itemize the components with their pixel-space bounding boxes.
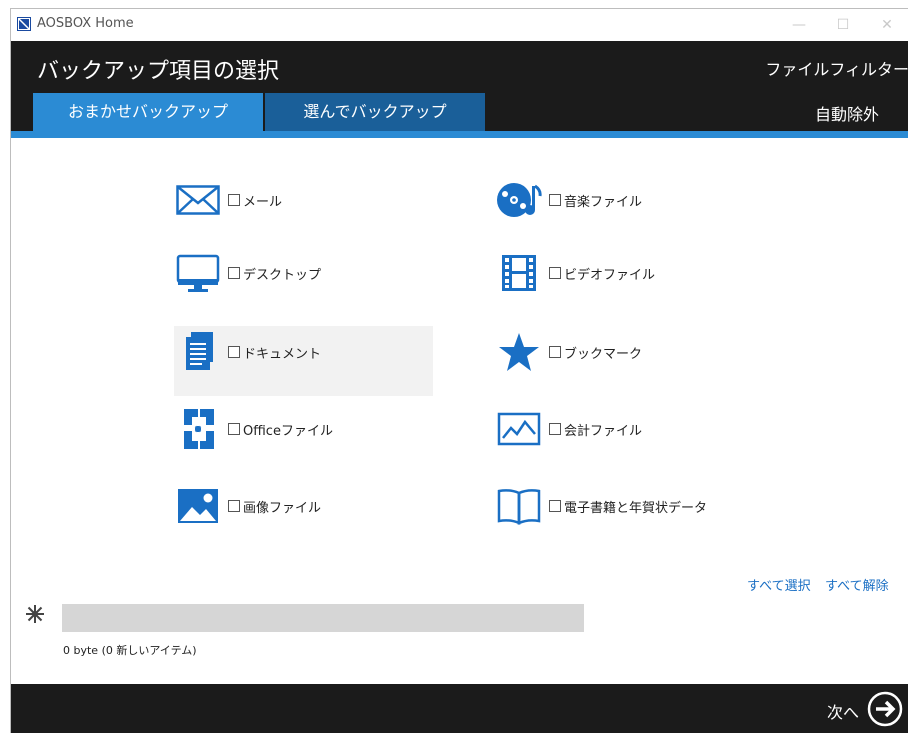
- mail-label: メール: [243, 194, 283, 210]
- minimize-button[interactable]: —: [777, 13, 821, 37]
- next-arrow-button[interactable]: [867, 691, 903, 727]
- page-title: バックアップ項目の選択: [37, 59, 280, 84]
- item-music[interactable]: 音楽ファイル: [495, 179, 642, 221]
- item-bookmark[interactable]: ブックマーク: [495, 331, 642, 373]
- accounting-checkbox[interactable]: [549, 423, 561, 435]
- next-label[interactable]: 次へ: [827, 699, 859, 723]
- chart-icon: [495, 408, 543, 450]
- item-mail[interactable]: メール: [174, 179, 282, 221]
- item-picture[interactable]: 画像ファイル: [174, 485, 321, 527]
- office-checkbox[interactable]: [228, 423, 240, 435]
- accounting-label: 会計ファイル: [564, 423, 643, 439]
- tab-select-backup[interactable]: 選んでバックアップ: [265, 93, 485, 131]
- monitor-icon: [174, 252, 222, 294]
- video-checkbox[interactable]: [549, 267, 561, 279]
- ebook-checkbox[interactable]: [549, 500, 561, 512]
- item-desktop[interactable]: デスクトップ: [174, 252, 321, 294]
- book-icon: [495, 485, 543, 527]
- item-ebook[interactable]: 電子書籍と年賀状データ: [495, 485, 707, 527]
- mail-icon: [174, 179, 222, 221]
- picture-label: 画像ファイル: [243, 500, 322, 516]
- mail-checkbox[interactable]: [228, 194, 240, 206]
- maximize-button[interactable]: ☐: [821, 13, 865, 37]
- auto-exclude-link[interactable]: 自動除外: [815, 101, 879, 125]
- header-accent-bar: [11, 131, 908, 138]
- bookmark-label: ブックマーク: [564, 346, 643, 362]
- desktop-label: デスクトップ: [243, 267, 322, 283]
- select-all-link[interactable]: すべて選択: [747, 575, 811, 594]
- music-checkbox[interactable]: [549, 194, 561, 206]
- progress-bar: [62, 604, 584, 632]
- music-icon: [495, 179, 543, 221]
- deselect-all-link[interactable]: すべて解除: [825, 575, 889, 594]
- header: バックアップ項目の選択 ファイルフィルター おまかせバックアップ 選んでバックア…: [11, 41, 908, 131]
- backup-size-text: 0 byte (0 新しいアイテム): [63, 644, 197, 657]
- picture-checkbox[interactable]: [228, 500, 240, 512]
- item-office[interactable]: Officeファイル: [174, 408, 333, 450]
- video-label: ビデオファイル: [564, 267, 656, 283]
- document-icon: [174, 331, 222, 373]
- tab-auto-backup[interactable]: おまかせバックアップ: [33, 93, 263, 131]
- document-label: ドキュメント: [243, 346, 322, 362]
- footer: 次へ: [11, 684, 908, 733]
- office-icon: [174, 408, 222, 450]
- music-label: 音楽ファイル: [564, 194, 643, 210]
- office-label: Officeファイル: [243, 423, 333, 439]
- bookmark-checkbox[interactable]: [549, 346, 561, 358]
- document-checkbox[interactable]: [228, 346, 240, 358]
- file-filter-link[interactable]: ファイルフィルター: [765, 56, 908, 80]
- app-window: AOSBOX Home — ☐ ✕ バックアップ項目の選択 ファイルフィルター …: [10, 8, 908, 733]
- desktop-checkbox[interactable]: [228, 267, 240, 279]
- item-document[interactable]: ドキュメント: [174, 331, 321, 373]
- window-title: AOSBOX Home: [37, 16, 134, 31]
- close-button[interactable]: ✕: [865, 13, 908, 37]
- item-accounting[interactable]: 会計ファイル: [495, 408, 642, 450]
- picture-icon: [174, 485, 222, 527]
- app-logo-icon: [17, 17, 31, 31]
- title-bar: AOSBOX Home — ☐ ✕: [11, 9, 908, 41]
- film-icon: [495, 252, 543, 294]
- ebook-label: 電子書籍と年賀状データ: [564, 500, 708, 516]
- star-icon: [495, 331, 543, 373]
- snowflake-icon: [25, 604, 45, 624]
- item-video[interactable]: ビデオファイル: [495, 252, 655, 294]
